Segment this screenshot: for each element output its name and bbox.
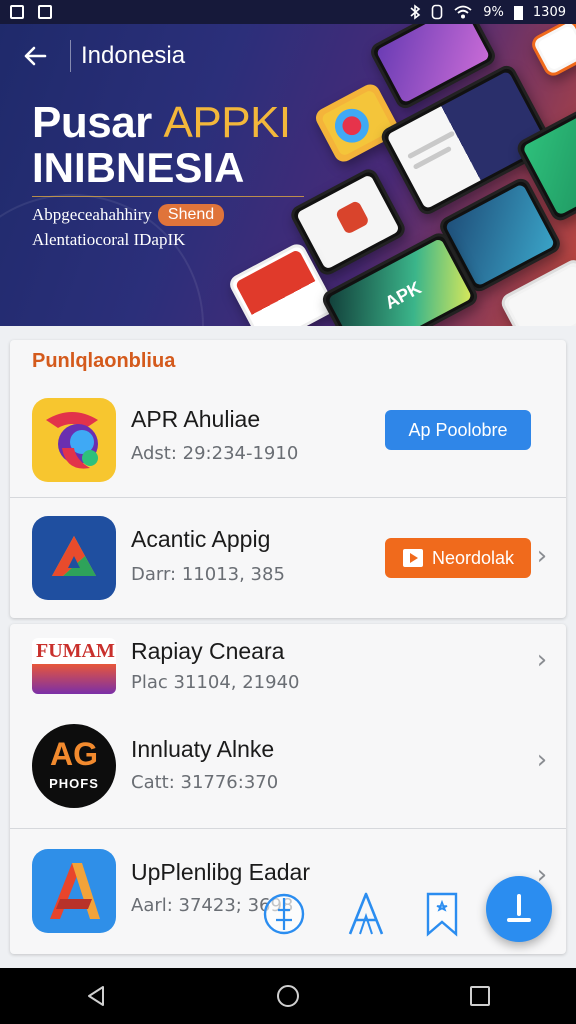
triangle-logo-icon <box>52 536 96 576</box>
app-meta: Catt: 31776:370 <box>131 772 279 793</box>
image-notification-icon <box>10 5 24 19</box>
hero-tag-chip[interactable]: Shend <box>157 204 225 226</box>
app-notification-icon <box>38 5 52 19</box>
nfc-icon <box>431 4 443 20</box>
page-title: Indonesia <box>81 42 186 69</box>
compass-icon[interactable] <box>262 890 306 938</box>
app-name: Acantic Appig <box>131 526 271 552</box>
nav-recents-button[interactable] <box>456 972 504 1020</box>
system-navigation-bar <box>0 968 576 1024</box>
app-icon-text-bottom: PHOFS <box>49 776 99 791</box>
hero-banner: APK Indonesia Pusar APPKI INIBNESIA Abpg… <box>0 24 576 326</box>
back-button[interactable] <box>0 24 70 88</box>
text-a-icon[interactable] <box>344 890 388 938</box>
back-triangle-icon <box>88 986 104 1006</box>
app-meta: Adst: 29:234-1910 <box>131 443 299 464</box>
play-box-icon <box>402 549 423 567</box>
header-divider <box>70 40 71 72</box>
download-fab[interactable] <box>486 876 552 942</box>
list-item[interactable]: Acantic Appig Darr: 11013, 385 Neordolak… <box>10 497 566 611</box>
hero-title-line2: INIBNESIA <box>32 144 245 191</box>
section-title: Punlqlaonbliua <box>32 350 176 372</box>
list-item[interactable]: APR Ahuliae Adst: 29:234-1910 Ap Poolobr… <box>10 384 566 498</box>
hero-tagline-text: Abpgeceahahhiry <box>32 205 152 224</box>
chevron-right-icon[interactable]: › <box>530 645 554 675</box>
app-icon-a-logo <box>32 849 116 933</box>
bookmark-icon[interactable] <box>420 890 464 938</box>
recents-square-icon <box>470 986 490 1006</box>
nav-back-button[interactable] <box>72 972 120 1020</box>
hero-divider <box>32 196 304 197</box>
hero-title-accent: APPKI <box>163 98 292 147</box>
featured-apps-card: Punlqlaonbliua APR Ahuliae Adst: 29:234-… <box>10 340 566 618</box>
wifi-icon <box>454 5 472 19</box>
app-icon-ag-phofs: AG PHOFS <box>32 724 116 808</box>
battery-percentage: 9% <box>483 4 504 20</box>
app-meta: Darr: 11013, 385 <box>131 564 285 585</box>
bluetooth-icon <box>410 4 421 20</box>
battery-icon <box>513 5 523 20</box>
clock-time: 1309 <box>532 4 566 20</box>
hero-subtitle: Alentatiocoral IDapIK <box>32 230 186 249</box>
download-button[interactable]: Neordolak <box>385 538 531 578</box>
install-button[interactable]: Ap Poolobre <box>385 410 531 450</box>
app-icon-text: FUMAM <box>36 640 115 662</box>
app-name: Innluaty Alnke <box>131 736 275 762</box>
chevron-right-icon[interactable]: › <box>530 541 554 571</box>
app-name: APR Ahuliae <box>131 406 261 432</box>
app-meta: Plac 31104, 21940 <box>131 672 300 693</box>
app-icon-fumam: FUMAM <box>32 638 116 694</box>
status-bar: 9% 1309 <box>0 0 576 24</box>
hero-tagline: Abpgeceahahhiry Shend <box>32 204 225 226</box>
hero-title-line1: Pusar APPKI <box>32 98 291 148</box>
download-button-label: Neordolak <box>431 547 515 568</box>
install-button-label: Ap Poolobre <box>408 419 508 440</box>
app-logo-icon <box>46 412 98 469</box>
arrow-left-icon <box>24 46 47 66</box>
app-icon-triangle-logo <box>32 516 116 600</box>
app-icon-text-top: AG <box>50 736 98 772</box>
list-item[interactable]: AG PHOFS Innluaty Alnke Catt: 31776:370 … <box>10 720 566 826</box>
chevron-right-icon[interactable]: › <box>530 745 554 775</box>
list-item[interactable]: FUMAM Rapiay Cneara Plac 31104, 21940 › <box>10 624 566 724</box>
download-icon <box>507 894 531 922</box>
nav-home-button[interactable] <box>264 972 312 1020</box>
app-icon-colorful-logo <box>32 398 116 482</box>
letter-a-logo-icon <box>50 863 100 919</box>
hero-title-word: Pusar <box>32 98 152 147</box>
app-name: Rapiay Cneara <box>131 638 285 664</box>
home-circle-icon <box>277 985 299 1007</box>
top-app-bar: Indonesia <box>0 24 576 88</box>
app-name: UpPlenlibg Eadar <box>131 859 311 885</box>
